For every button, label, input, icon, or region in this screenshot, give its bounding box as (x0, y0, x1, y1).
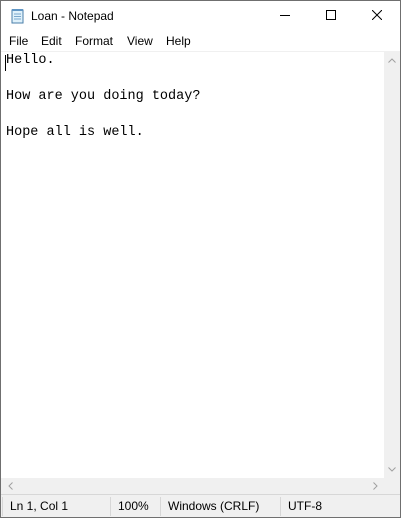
horizontal-scrollbar[interactable] (1, 478, 384, 494)
status-line-ending: Windows (CRLF) (168, 499, 260, 513)
scroll-down-arrow-icon[interactable] (384, 462, 400, 476)
scroll-up-arrow-icon[interactable] (384, 53, 400, 67)
status-divider (160, 497, 161, 516)
menu-edit[interactable]: Edit (41, 34, 62, 48)
menu-format[interactable]: Format (75, 34, 113, 48)
status-divider (280, 497, 281, 516)
notepad-icon[interactable] (11, 8, 25, 24)
maximize-button[interactable] (308, 1, 354, 31)
text-editor[interactable]: Hello. How are you doing today? Hope all… (1, 51, 384, 479)
menu-file[interactable]: File (9, 34, 28, 48)
status-bar: Ln 1, Col 1 100% Windows (CRLF) UTF-8 (1, 494, 400, 517)
text-caret (5, 55, 6, 71)
status-cursor-position: Ln 1, Col 1 (10, 499, 69, 513)
close-button[interactable] (354, 1, 400, 31)
menu-help[interactable]: Help (166, 34, 191, 48)
minimize-button[interactable] (262, 1, 308, 31)
status-zoom: 100% (118, 499, 149, 513)
editor-content[interactable]: Hello. How are you doing today? Hope all… (6, 52, 200, 142)
window-title: Loan - Notepad (31, 9, 114, 23)
menu-view[interactable]: View (127, 34, 153, 48)
minimize-icon (280, 7, 290, 25)
scroll-left-arrow-icon[interactable] (3, 478, 17, 494)
status-encoding: UTF-8 (288, 499, 322, 513)
scroll-right-arrow-icon[interactable] (368, 478, 382, 494)
status-divider (110, 497, 111, 516)
vertical-scrollbar[interactable] (384, 51, 400, 478)
menu-bar: File Edit Format View Help (1, 31, 400, 51)
status-divider (2, 497, 3, 516)
maximize-icon (326, 7, 336, 25)
close-icon (371, 7, 383, 25)
notepad-window: Loan - Notepad File Edit Format View Hel… (0, 0, 401, 518)
scrollbar-corner (384, 478, 400, 494)
title-bar[interactable]: Loan - Notepad (1, 1, 400, 31)
